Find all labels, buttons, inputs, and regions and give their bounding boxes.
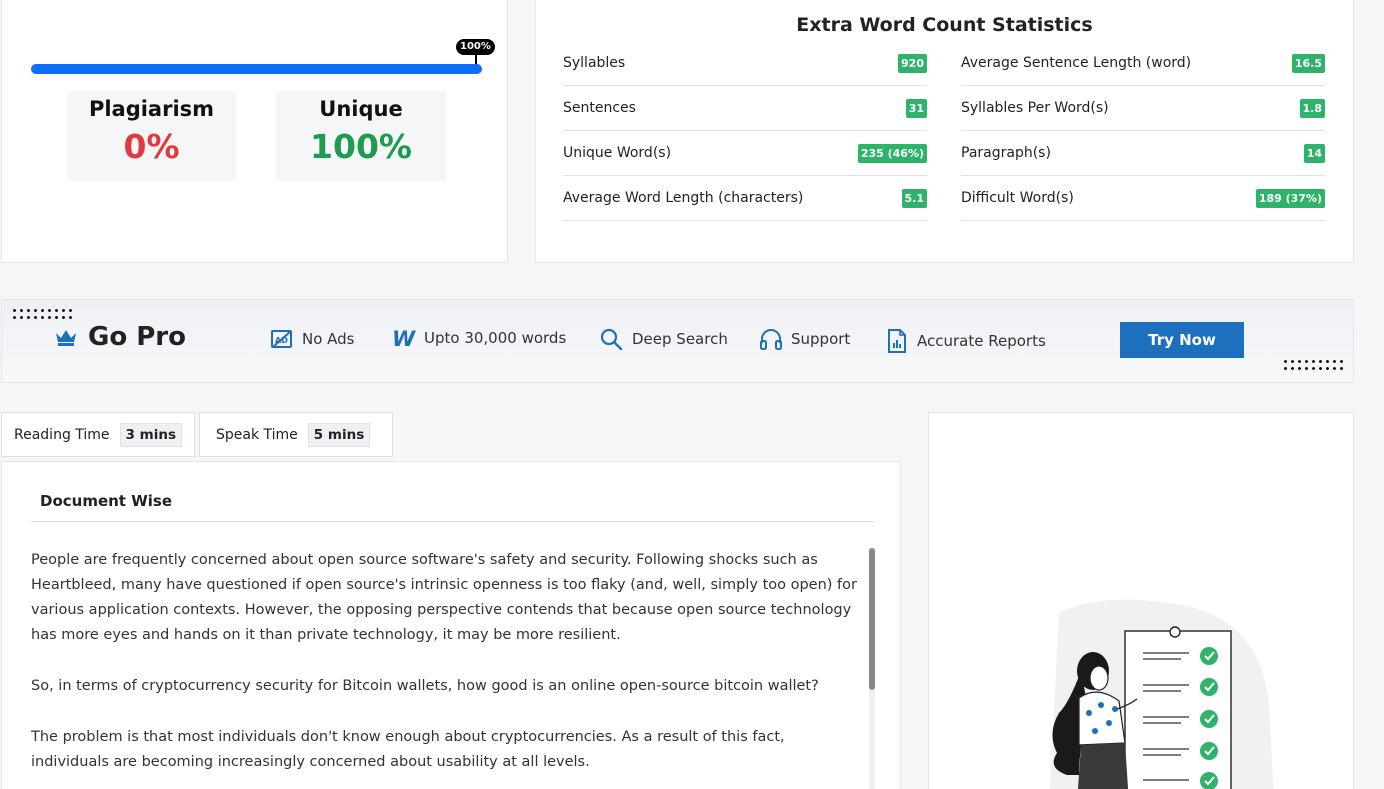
speak-time-label: Speak Time xyxy=(216,426,298,443)
stat-badge: 189 (37%) xyxy=(1255,188,1325,208)
plagiarism-value: 0% xyxy=(123,127,180,166)
illustration-card xyxy=(928,412,1354,789)
stat-label: Syllables Per Word(s) xyxy=(961,100,1109,116)
feature-no-ads: AD No Ads xyxy=(270,328,355,350)
feature-label: Support xyxy=(791,330,851,348)
w-letter-icon: W xyxy=(392,328,416,348)
stat-badge: 31 xyxy=(905,98,927,118)
stat-label: Average Word Length (characters) xyxy=(563,190,804,206)
stat-label: Sentences xyxy=(563,100,636,116)
extra-stats-card: Extra Word Count Statistics Syllables 920… xyxy=(535,0,1354,263)
document-paragraph: People are frequently concerned about op… xyxy=(31,552,857,643)
stat-badge: 16.5 xyxy=(1291,53,1325,73)
document-paragraph: The problem is that most individuals don… xyxy=(31,729,785,770)
document-paragraph: So, in terms of cryptocurrency security … xyxy=(31,678,819,694)
svg-text:W: W xyxy=(392,328,416,348)
tab-speak-time[interactable]: Speak Time 5 mins xyxy=(199,412,393,457)
speak-time-value: 5 mins xyxy=(307,422,371,447)
stat-badge: 235 (46%) xyxy=(857,143,927,163)
stat-label: Average Sentence Length (word) xyxy=(961,55,1192,71)
stat-badge: 1.8 xyxy=(1299,98,1325,118)
feature-deep-search: Deep Search xyxy=(600,328,728,350)
extra-stats-title: Extra Word Count Statistics xyxy=(796,14,1093,36)
stat-badge: 14 xyxy=(1303,143,1325,163)
feature-label: Deep Search xyxy=(632,330,728,348)
feature-accurate-reports: Accurate Reports xyxy=(885,328,1046,354)
document-scrollbar[interactable] xyxy=(869,548,875,789)
progress-fill xyxy=(31,64,482,74)
document-heading: Document Wise xyxy=(31,462,875,522)
feature-label: Accurate Reports xyxy=(917,332,1046,350)
stat-label: Difficult Word(s) xyxy=(961,190,1074,206)
report-icon xyxy=(888,329,906,353)
stat-label: Unique Word(s) xyxy=(563,145,672,161)
stats-column-right: Average Sentence Length (word) 16.5 Sylla… xyxy=(961,41,1325,221)
feature-support: Support xyxy=(759,328,850,350)
reading-time-label: Reading Time xyxy=(14,426,110,443)
progress-tag: 100% xyxy=(456,39,495,64)
stat-row: Paragraph(s) 14 xyxy=(961,131,1325,176)
feature-label: Upto 30,000 words xyxy=(424,329,567,347)
stat-row: Average Word Length (characters) 5.1 xyxy=(563,176,927,221)
search-icon xyxy=(600,328,623,350)
stat-row: Sentences 31 xyxy=(563,86,927,131)
unique-value: 100% xyxy=(310,127,412,166)
plagiarism-card: 100% Plagiarism 0% Unique 100% xyxy=(1,0,508,263)
stat-label: Syllables xyxy=(563,55,626,71)
go-pro-banner: Go Pro AD No Ads W Upto 30,000 words Dee… xyxy=(1,299,1354,383)
stat-badge: 920 xyxy=(898,53,927,73)
feature-label: No Ads xyxy=(302,330,355,348)
feature-word-limit: W Upto 30,000 words xyxy=(392,328,566,348)
document-text[interactable]: People are frequently concerned about op… xyxy=(31,548,867,789)
plagiarism-label: Plagiarism xyxy=(88,97,215,121)
stat-label: Paragraph(s) xyxy=(961,145,1051,161)
stat-row: Syllables 920 xyxy=(563,41,927,86)
go-pro-title: Go Pro xyxy=(54,322,186,352)
plagiarism-progress-bar xyxy=(31,64,482,74)
checklist-woman-illustration xyxy=(1049,599,1274,789)
stat-row: Unique Word(s) 235 (46%) xyxy=(563,131,927,176)
document-card: Document Wise People are frequently conc… xyxy=(1,461,901,789)
try-now-button[interactable]: Try Now xyxy=(1120,322,1244,358)
crown-icon xyxy=(56,330,76,346)
reading-time-value: 3 mins xyxy=(119,422,182,447)
plagiarism-stat: Plagiarism 0% xyxy=(67,91,236,181)
no-ads-icon: AD xyxy=(271,330,292,348)
go-pro-label: Go Pro xyxy=(88,322,186,352)
stats-column-left: Syllables 920 Sentences 31 Unique Word(s) 2… xyxy=(563,41,927,221)
dots-decoration xyxy=(1282,358,1344,372)
stat-row: Average Sentence Length (word) 16.5 xyxy=(961,41,1325,86)
stat-row: Syllables Per Word(s) 1.8 xyxy=(961,86,1325,131)
headphones-icon xyxy=(760,329,782,350)
unique-label: Unique xyxy=(319,97,403,121)
dots-decoration xyxy=(11,307,73,321)
tab-reading-time[interactable]: Reading Time 3 mins xyxy=(1,412,195,457)
unique-stat: Unique 100% xyxy=(276,91,446,181)
stat-row: Difficult Word(s) 189 (37%) xyxy=(961,176,1325,221)
scrollbar-thumb[interactable] xyxy=(869,548,875,690)
stat-badge: 5.1 xyxy=(901,188,927,208)
